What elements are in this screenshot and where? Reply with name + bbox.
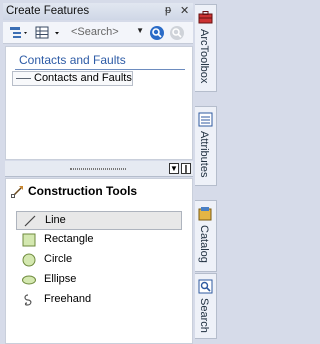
side-tab-strip: ArcToolbox Attributes Catalog Search [193, 0, 219, 344]
tool-line[interactable]: Line [16, 211, 182, 230]
search-placeholder: <Search> [71, 26, 119, 38]
toolbox-icon [198, 11, 213, 24]
pane-title: Create Features [6, 5, 90, 17]
template-group-title: Contacts and Faults [19, 53, 126, 67]
tab-catalog[interactable]: Catalog [195, 200, 217, 272]
tab-attributes[interactable]: Attributes [195, 106, 217, 186]
toolbar: <Search> ▼ [3, 22, 193, 44]
create-features-pane: Create Features ᵽ ✕ <Search> ▼ Contacts … [0, 0, 193, 344]
tab-search[interactable]: Search [195, 273, 217, 339]
tab-label: Catalog [198, 225, 210, 263]
close-icon[interactable]: ✕ [180, 4, 189, 17]
tool-rectangle[interactable]: Rectangle [16, 231, 182, 250]
pane-splitter[interactable]: ▼ ❙ [5, 161, 193, 177]
tool-freehand[interactable]: Freehand [16, 291, 182, 310]
attributes-icon [198, 112, 213, 127]
tool-label: Ellipse [44, 273, 77, 285]
tab-arctoolbox[interactable]: ArcToolbox [195, 4, 217, 92]
tool-label: Line [45, 214, 66, 226]
search-window-icon [198, 279, 213, 294]
clear-search-button[interactable] [169, 25, 185, 41]
ellipse-tool-icon [22, 275, 36, 285]
tab-label: ArcToolbox [198, 29, 210, 84]
rectangle-tool-icon [22, 233, 36, 247]
search-button[interactable] [149, 25, 165, 41]
line-swatch-icon [16, 78, 31, 79]
tool-label: Freehand [44, 293, 92, 305]
chevron-down-icon[interactable]: ▼ [136, 26, 144, 35]
tool-label: Rectangle [44, 233, 94, 245]
construction-tools-panel: Construction Tools Line Rectangle Circle… [5, 178, 193, 344]
template-item[interactable]: Contacts and Faults [12, 71, 133, 86]
view-options-button[interactable] [34, 25, 64, 41]
tool-circle[interactable]: Circle [16, 251, 182, 270]
title-bar: Create Features ᵽ ✕ [3, 3, 193, 20]
properties-button[interactable]: ❙ [181, 163, 191, 174]
splitter-grip[interactable] [70, 168, 126, 170]
template-item-label: Contacts and Faults [34, 72, 132, 84]
template-search-input[interactable]: <Search> ▼ [68, 25, 146, 41]
line-tool-icon [24, 215, 36, 227]
construction-tools-icon [11, 186, 23, 198]
tab-label: Search [198, 298, 210, 333]
tool-ellipse[interactable]: Ellipse [16, 271, 182, 290]
organize-templates-button[interactable] [9, 25, 31, 41]
tab-label: Attributes [198, 131, 210, 178]
organize-templates-icon [10, 27, 27, 38]
pin-icon[interactable]: ᵽ [165, 4, 171, 16]
tool-label: Circle [44, 253, 73, 265]
catalog-icon [198, 207, 212, 221]
collapse-button[interactable]: ▼ [169, 163, 179, 174]
construction-tools-title: Construction Tools [28, 184, 138, 198]
group-divider [15, 69, 185, 70]
circle-tool-icon [22, 253, 36, 267]
freehand-tool-icon [24, 294, 32, 306]
feature-templates-list: Contacts and Faults Contacts and Faults [5, 46, 193, 160]
clear-search-icon [170, 26, 184, 40]
table-view-icon [35, 26, 59, 39]
search-icon [150, 26, 164, 40]
